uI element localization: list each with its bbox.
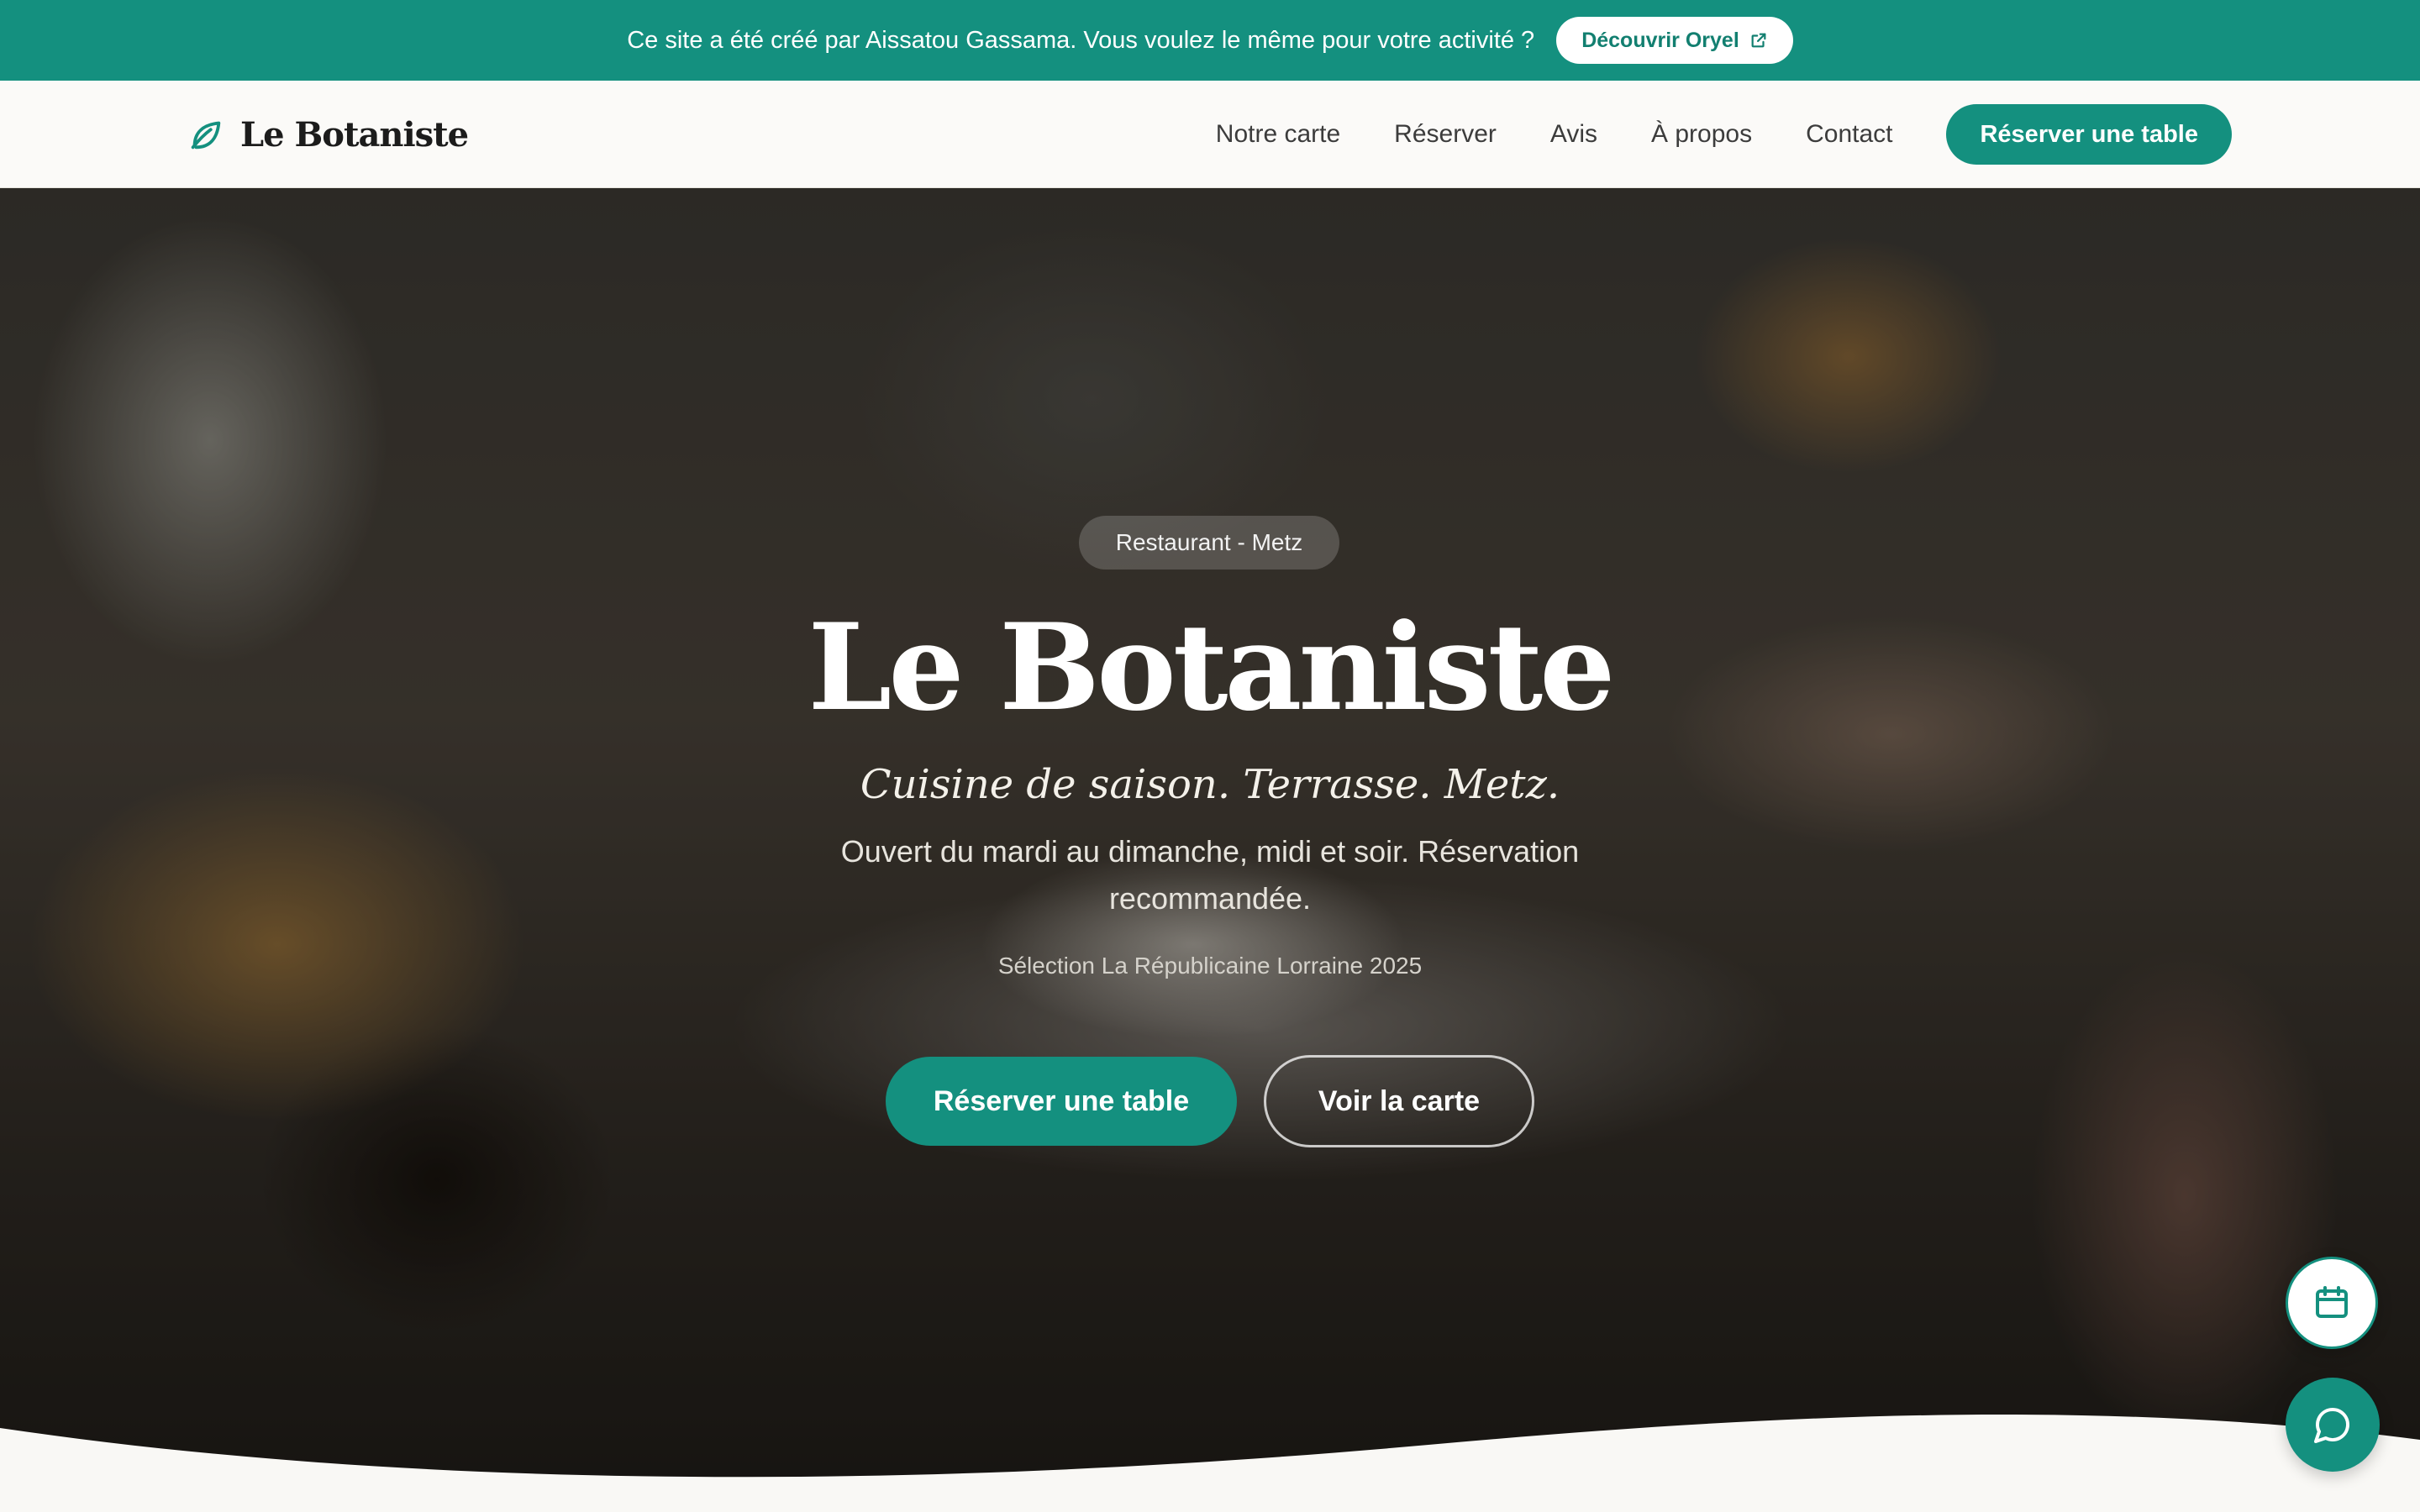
hero-badge: Restaurant - Metz bbox=[1079, 516, 1339, 570]
hero-description: Ouvert du mardi au dimanche, midi et soi… bbox=[840, 834, 1580, 916]
view-menu-button[interactable]: Voir la carte bbox=[1264, 1055, 1534, 1147]
hero-tagline: Cuisine de saison. Terrasse. Metz. bbox=[860, 761, 1560, 808]
floating-booking-button[interactable] bbox=[2286, 1257, 2378, 1349]
nav-link-about[interactable]: À propos bbox=[1651, 120, 1752, 149]
site-header: Le Botaniste Notre carte Réserver Avis À… bbox=[0, 81, 2420, 188]
nav-link-reviews[interactable]: Avis bbox=[1550, 120, 1597, 149]
brand-name: Le Botaniste bbox=[240, 114, 469, 155]
nav-link-reserve[interactable]: Réserver bbox=[1394, 120, 1497, 149]
header-reserve-button[interactable]: Réserver une table bbox=[1946, 104, 2232, 165]
floating-chat-button[interactable] bbox=[2286, 1378, 2380, 1472]
brand-logo[interactable]: Le Botaniste bbox=[187, 111, 469, 158]
nav-link-contact[interactable]: Contact bbox=[1806, 120, 1892, 149]
hero-reserve-button[interactable]: Réserver une table bbox=[886, 1057, 1237, 1146]
calendar-icon bbox=[2316, 1286, 2348, 1318]
announcement-bar: Ce site a été créé par Aissatou Gassama.… bbox=[0, 0, 2420, 81]
announcement-text: Ce site a été créé par Aissatou Gassama.… bbox=[627, 26, 1535, 54]
nav-link-menu[interactable]: Notre carte bbox=[1216, 120, 1340, 149]
external-link-icon bbox=[1751, 33, 1766, 48]
hero-title: Le Botaniste bbox=[808, 598, 1615, 738]
hero-wave-divider bbox=[0, 1415, 2420, 1512]
chat-icon bbox=[2314, 1408, 2349, 1443]
discover-oryel-label: Découvrir Oryel bbox=[1581, 28, 1739, 52]
discover-oryel-button[interactable]: Découvrir Oryel bbox=[1556, 17, 1793, 64]
leaf-icon bbox=[191, 121, 221, 150]
main-nav: Notre carte Réserver Avis À propos Conta… bbox=[1216, 104, 2232, 165]
hero-section: Restaurant - Metz Le Botaniste Cuisine d… bbox=[0, 188, 2420, 1512]
hero-award: Sélection La Républicaine Lorraine 2025 bbox=[997, 953, 1423, 979]
